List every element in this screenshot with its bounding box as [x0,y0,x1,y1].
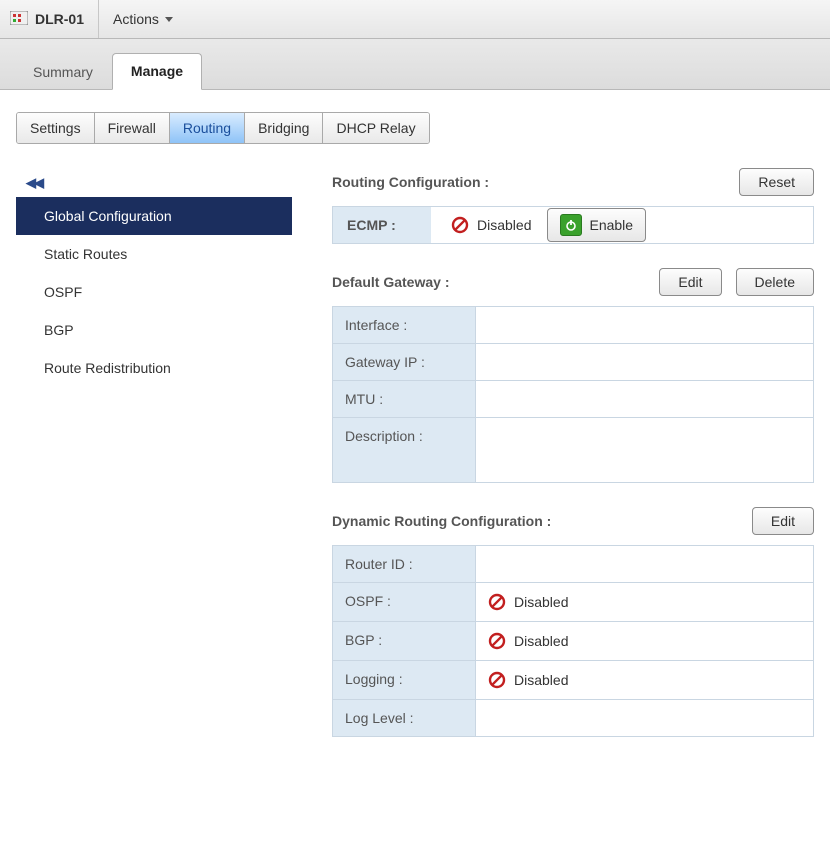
row-val [476,418,813,482]
sidebar-item-ospf[interactable]: OSPF [16,273,292,311]
page-title: DLR-01 [35,11,98,27]
actions-menu[interactable]: Actions [99,11,187,27]
disabled-icon [488,632,506,650]
table-row: Interface : [333,307,813,343]
edit-button[interactable]: Edit [659,268,721,296]
subtab-settings[interactable]: Settings [17,113,95,143]
row-key: Router ID : [333,546,476,582]
row-key: Log Level : [333,700,476,736]
section-dynamic-routing: Dynamic Routing Configuration : Edit Rou… [332,507,814,737]
row-val [476,344,813,380]
sidebar: ◀◀ Global Configuration Static Routes OS… [16,168,292,387]
row-val [476,546,813,582]
table-row: BGP : Disabled [333,621,813,660]
row-val: Disabled [476,583,813,621]
row-val-text: Disabled [514,672,568,688]
ecmp-label: ECMP : [333,207,431,243]
ecmp-status: Disabled [451,216,531,234]
table-row: Router ID : [333,546,813,582]
table-row: MTU : [333,380,813,417]
subtab-routing[interactable]: Routing [170,113,245,143]
row-val [476,381,813,417]
subtab-bridging[interactable]: Bridging [245,113,323,143]
dynamic-routing-table: Router ID : OSPF : Disabled BGP : Disabl… [332,545,814,737]
title-bar: DLR-01 Actions [0,0,830,39]
sidebar-item-global-configuration[interactable]: Global Configuration [16,197,292,235]
sidebar-item-route-redistribution[interactable]: Route Redistribution [16,349,292,387]
subtab-firewall[interactable]: Firewall [95,113,170,143]
collapse-left-icon: ◀◀ [26,175,42,190]
section-default-gateway: Default Gateway : Edit Delete Interface … [332,268,814,483]
row-val: Disabled [476,622,813,660]
enable-button[interactable]: Enable [547,208,646,242]
sub-tabs: Settings Firewall Routing Bridging DHCP … [16,112,430,144]
default-gateway-title: Default Gateway : [332,274,659,290]
table-row: Logging : Disabled [333,660,813,699]
row-key: BGP : [333,622,476,660]
content-area: Routing Configuration : Reset ECMP : Dis… [332,168,814,761]
row-key: MTU : [333,381,476,417]
table-row: Log Level : [333,699,813,736]
enable-label: Enable [589,217,633,233]
row-key: Description : [333,418,476,482]
vm-icon [10,11,28,28]
table-row: Gateway IP : [333,343,813,380]
row-val [476,700,813,736]
tab-manage[interactable]: Manage [112,53,202,90]
section-routing-config: Routing Configuration : Reset ECMP : Dis… [332,168,814,244]
tab-summary[interactable]: Summary [14,54,112,90]
disabled-icon [451,216,469,234]
row-val: Disabled [476,661,813,699]
main-tabs: Summary Manage [0,39,830,90]
sidebar-item-bgp[interactable]: BGP [16,311,292,349]
sidebar-item-static-routes[interactable]: Static Routes [16,235,292,273]
sidebar-collapse[interactable]: ◀◀ [16,168,292,197]
disabled-icon [488,593,506,611]
disabled-icon [488,671,506,689]
subtab-dhcp-relay[interactable]: DHCP Relay [323,113,428,143]
actions-label: Actions [113,11,159,27]
default-gateway-table: Interface : Gateway IP : MTU : Descripti… [332,306,814,483]
edit-button[interactable]: Edit [752,507,814,535]
table-row: OSPF : Disabled [333,582,813,621]
chevron-down-icon [165,17,173,22]
row-val [476,307,813,343]
row-key: OSPF : [333,583,476,621]
table-row: Description : [333,417,813,482]
row-key: Gateway IP : [333,344,476,380]
dynamic-routing-title: Dynamic Routing Configuration : [332,513,752,529]
routing-config-title: Routing Configuration : [332,174,739,190]
delete-button[interactable]: Delete [736,268,814,296]
power-icon [560,214,582,236]
ecmp-status-text: Disabled [477,217,531,233]
reset-button[interactable]: Reset [739,168,814,196]
row-val-text: Disabled [514,594,568,610]
row-val-text: Disabled [514,633,568,649]
row-key: Interface : [333,307,476,343]
row-key: Logging : [333,661,476,699]
